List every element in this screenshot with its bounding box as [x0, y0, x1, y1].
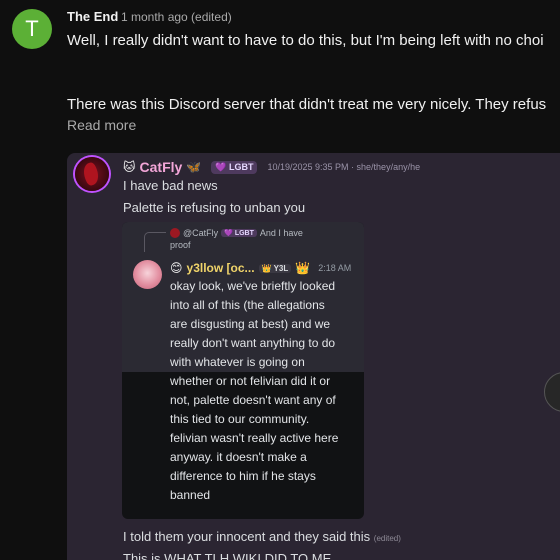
comment-text-line-1: Well, I really didn't want to have to do…: [67, 32, 544, 49]
comment-timestamp[interactable]: 1 month ago (edited): [121, 10, 232, 24]
discord-message-line: I have bad news: [123, 178, 218, 193]
inner-tag: 👑 Y3L: [258, 263, 292, 273]
embedded-discord-image: @CatFly 💜 LGBT And I have proof 😊 y3llow…: [122, 222, 364, 519]
inner-username: y3llow [oc...: [186, 261, 255, 275]
crown-emoji-icon: 👑: [295, 261, 311, 275]
edited-label: (edited): [373, 534, 401, 543]
reply-avatar: [170, 228, 180, 238]
discord-message-line: Palette is refusing to unban you: [123, 200, 306, 215]
butterfly-emoji-icon: 🦋: [186, 160, 202, 174]
discord-username: CatFly: [139, 159, 183, 175]
discord-message-header: 🐱 CatFly 🦋 💜 LGBT 10/19/2025 9:35 PM · s…: [123, 159, 420, 175]
user-avatar[interactable]: T: [12, 9, 52, 49]
reply-username: @CatFly: [183, 228, 219, 238]
comment-author[interactable]: The End: [67, 9, 118, 24]
smile-emoji-icon: 😊: [170, 261, 183, 275]
catfly-avatar: [75, 157, 109, 191]
y3llow-avatar: [133, 260, 162, 289]
lgbt-badge: 💜 LGBT: [211, 160, 258, 174]
comment-text-line-2: There was this Discord server that didn'…: [67, 96, 547, 113]
reply-connector: [144, 232, 166, 252]
discord-message-line: This is WHAT TLH WIKI DID TO ME: [123, 551, 332, 560]
reply-text: And I have: [259, 228, 303, 238]
inner-message-header: 😊 y3llow [oc... 👑 Y3L 👑 2:18 AM: [170, 261, 351, 275]
reply-reference: @CatFly 💜 LGBT And I have: [170, 228, 303, 238]
inner-timestamp: 2:18 AM: [318, 263, 352, 273]
reply-text-2: proof: [170, 240, 191, 250]
discord-timestamp: 10/19/2025 9:35 PM · she/they/any/he: [267, 162, 421, 172]
reply-lgbt-badge: 💜 LGBT: [221, 229, 257, 237]
read-more-link[interactable]: Read more: [67, 117, 136, 133]
cat-emoji-icon: 🐱: [123, 160, 136, 174]
inner-message-text: okay look, we've brieftly looked into al…: [170, 279, 339, 502]
discord-message-line: I told them your innocent and they said …: [123, 529, 401, 544]
